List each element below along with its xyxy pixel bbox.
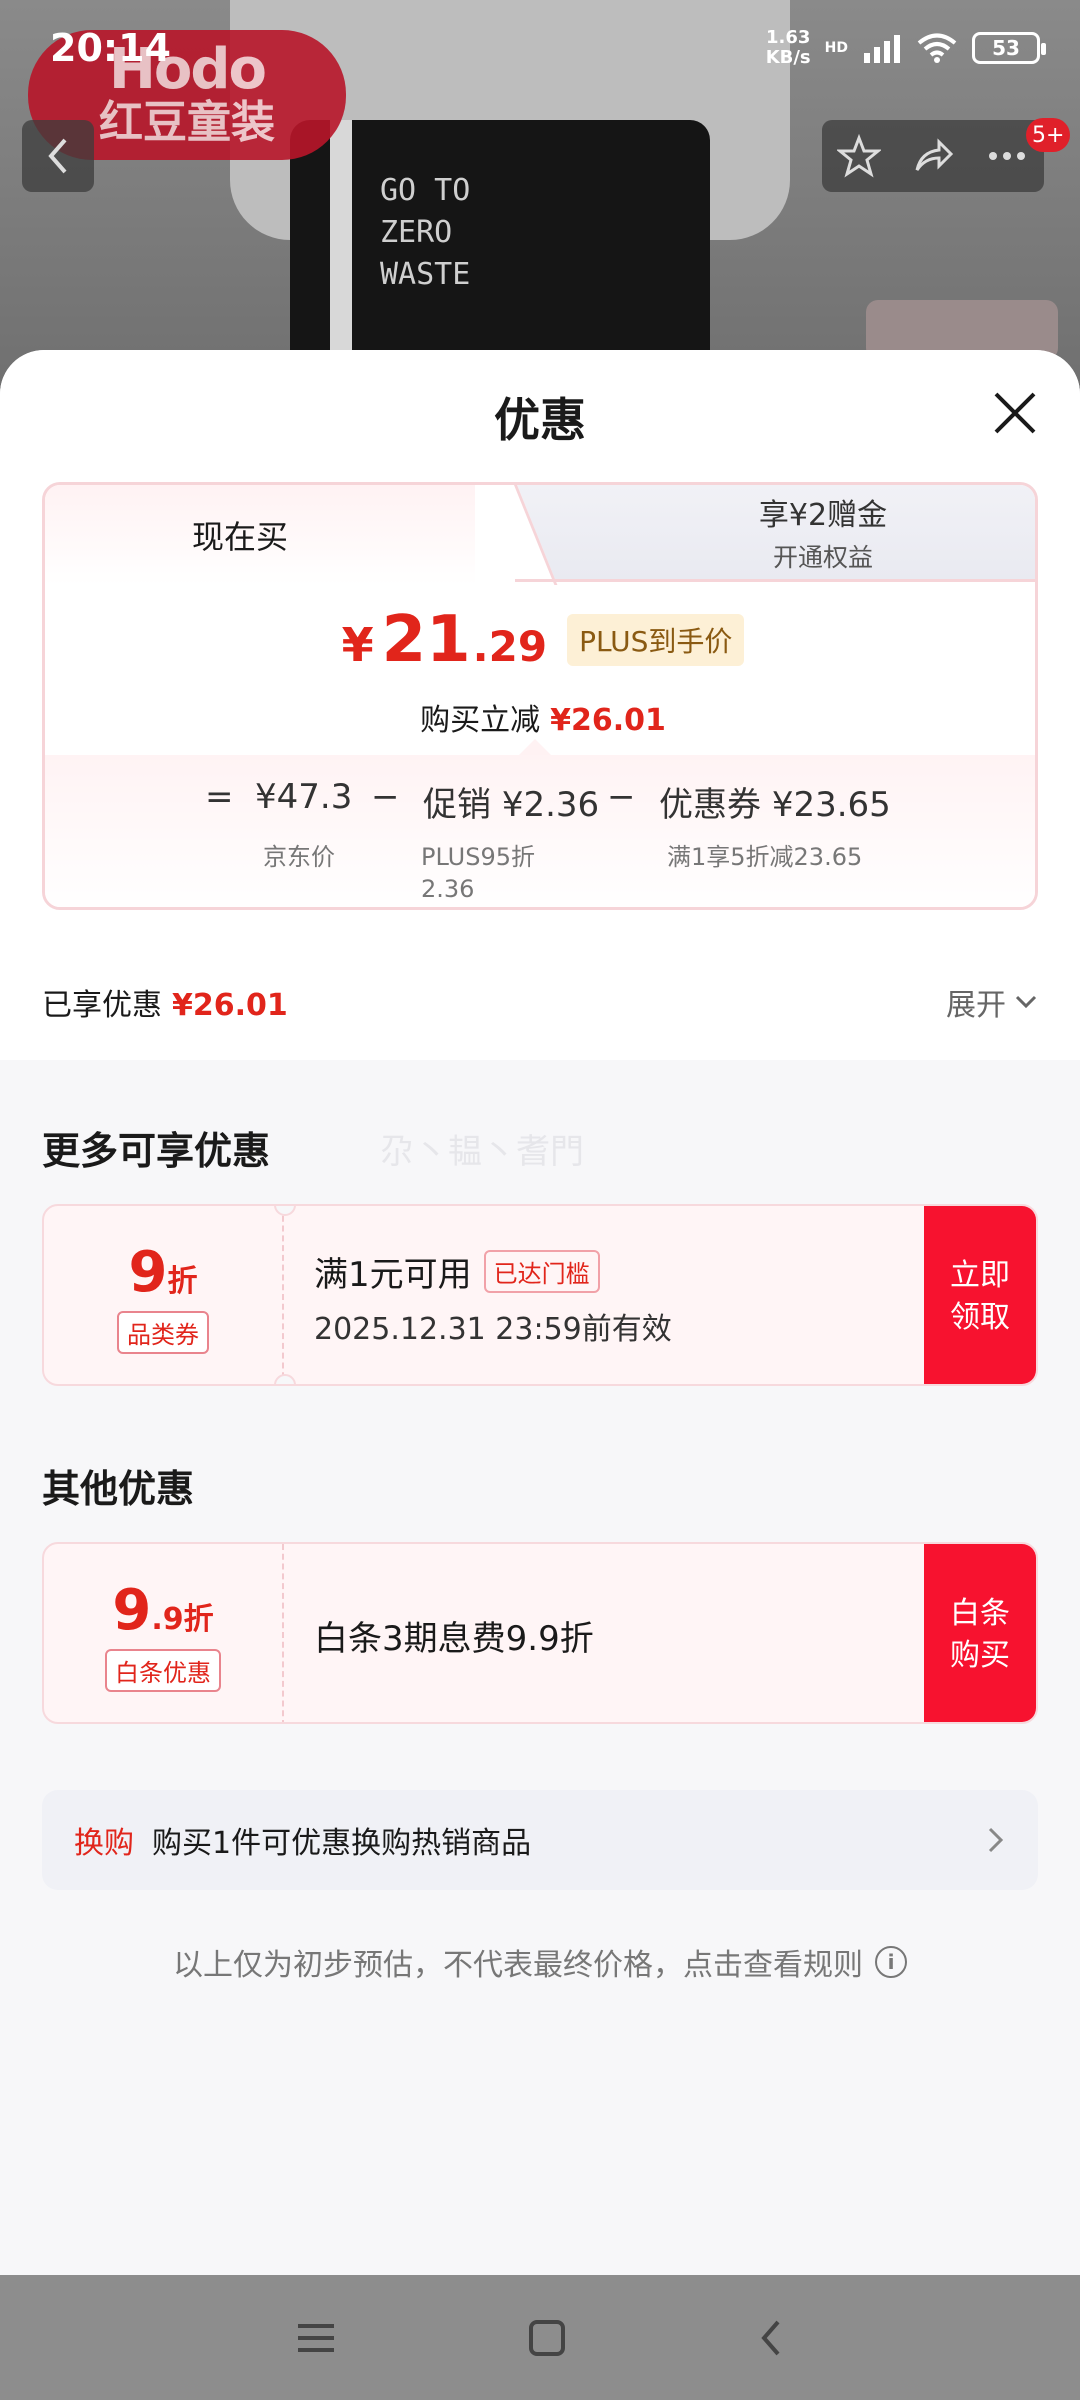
enjoyed-discount: 已享优惠 ¥26.01 — [42, 988, 288, 1023]
more-discounts-title: 更多可享优惠 — [42, 1129, 271, 1173]
tab-buy-now[interactable]: 现在买 — [45, 485, 475, 585]
nav-back-icon[interactable] — [756, 2318, 786, 2358]
sheet-title: 优惠 — [494, 393, 586, 447]
coupon-desc: 满1享5折减23.65 — [667, 843, 863, 871]
coupon-details: 满1元可用 已达门槛 2025.12.31 23:59前有效 — [314, 1206, 672, 1384]
plus-price-tag: PLUS到手价 — [567, 614, 745, 666]
back-arrow-icon — [48, 138, 67, 174]
watermark: 尕丶韫丶耆門 — [380, 1132, 584, 1172]
back-button[interactable] — [22, 120, 94, 192]
system-nav-bar — [0, 2275, 1080, 2400]
shirt-print-text: GO TO ZERO WASTE — [380, 173, 471, 292]
battery-icon: 53 — [972, 32, 1046, 64]
more-icon[interactable] — [985, 134, 1029, 178]
minus-sign: − — [607, 777, 636, 817]
promo-item: 促销 ¥2.36 — [423, 785, 600, 825]
wifi-icon — [917, 33, 957, 63]
coupon-value: 9.9 折 白条优惠 — [44, 1544, 284, 1722]
baitiao-buy-button[interactable]: 白条购买 — [924, 1544, 1036, 1722]
coupon-type-tag: 品类券 — [117, 1311, 209, 1354]
network-speed: 1.63 KB/s — [765, 27, 811, 68]
share-icon[interactable] — [911, 134, 955, 178]
exchange-tag: 换购 — [74, 1826, 134, 1861]
equals-sign: = — [205, 777, 234, 817]
coupon-item: 优惠券 ¥23.65 — [659, 785, 891, 825]
signal-icon — [864, 35, 900, 63]
discount-sheet: 优惠 享¥2赠金 开通权益 现在买 ¥ 21 .29 PLUS到手价 购买立减 ¥… — [0, 350, 1080, 2275]
threshold-reached-tag: 已达门槛 — [483, 1249, 600, 1293]
coupon-value: 9折 品类券 — [44, 1206, 284, 1384]
baitiao-coupon: 9.9 折 白条优惠 白条3期息费9.9折 白条购买 — [42, 1542, 1038, 1724]
exchange-purchase-row[interactable]: 换购 购买1件可优惠换购热销商品 — [42, 1790, 1038, 1890]
base-price-value: ¥47.3 — [255, 777, 353, 817]
exchange-text: 购买1件可优惠换购热销商品 — [152, 1826, 532, 1861]
base-price-label: 京东价 — [263, 843, 335, 871]
chevron-right-icon — [988, 1827, 1004, 1853]
instant-reduction: 购买立减 ¥26.01 — [420, 703, 666, 738]
final-price: ¥ 21 .29 PLUS到手价 — [45, 603, 1035, 677]
price-breakdown-card: 享¥2赠金 开通权益 现在买 ¥ 21 .29 PLUS到手价 购买立减 ¥26.… — [42, 482, 1038, 910]
info-icon: i — [875, 1946, 907, 1978]
coupon-validity: 2025.12.31 23:59前有效 — [314, 1311, 672, 1347]
claim-coupon-button[interactable]: 立即领取 — [924, 1206, 1036, 1384]
status-icons: 1.63 KB/s HD 53 — [765, 27, 1046, 68]
expand-button[interactable]: 展开 — [946, 980, 1038, 1024]
chevron-down-icon — [1015, 995, 1037, 1009]
price-disclaimer[interactable]: 以上仅为初步预估，不代表最终价格，点击查看规则 i — [0, 1940, 1080, 1984]
other-discounts-title: 其他优惠 — [42, 1467, 195, 1511]
minus-sign: − — [371, 777, 400, 817]
close-icon[interactable] — [990, 388, 1040, 438]
top-action-bar — [822, 120, 1044, 192]
cart-badge: 5+ — [1026, 118, 1071, 152]
promo-desc: PLUS95折 2.36 — [421, 843, 535, 903]
status-time: 20:14 — [50, 26, 171, 70]
menu-icon[interactable] — [294, 2318, 338, 2358]
price-formula: = ¥47.3 京东价 − 促销 ¥2.36 PLUS95折 2.36 − 优惠… — [45, 739, 1035, 907]
category-coupon: 9折 品类券 满1元可用 已达门槛 2025.12.31 23:59前有效 立即领… — [42, 1204, 1038, 1386]
tab-plus-benefit[interactable]: 享¥2赠金 开通权益 — [475, 485, 1035, 579]
coupon-details: 白条3期息费9.9折 — [314, 1618, 594, 1659]
coupon-type-tag: 白条优惠 — [105, 1649, 221, 1692]
hd-indicator: HD — [824, 40, 848, 56]
star-icon[interactable] — [837, 134, 881, 178]
home-square-icon[interactable] — [527, 2318, 567, 2358]
